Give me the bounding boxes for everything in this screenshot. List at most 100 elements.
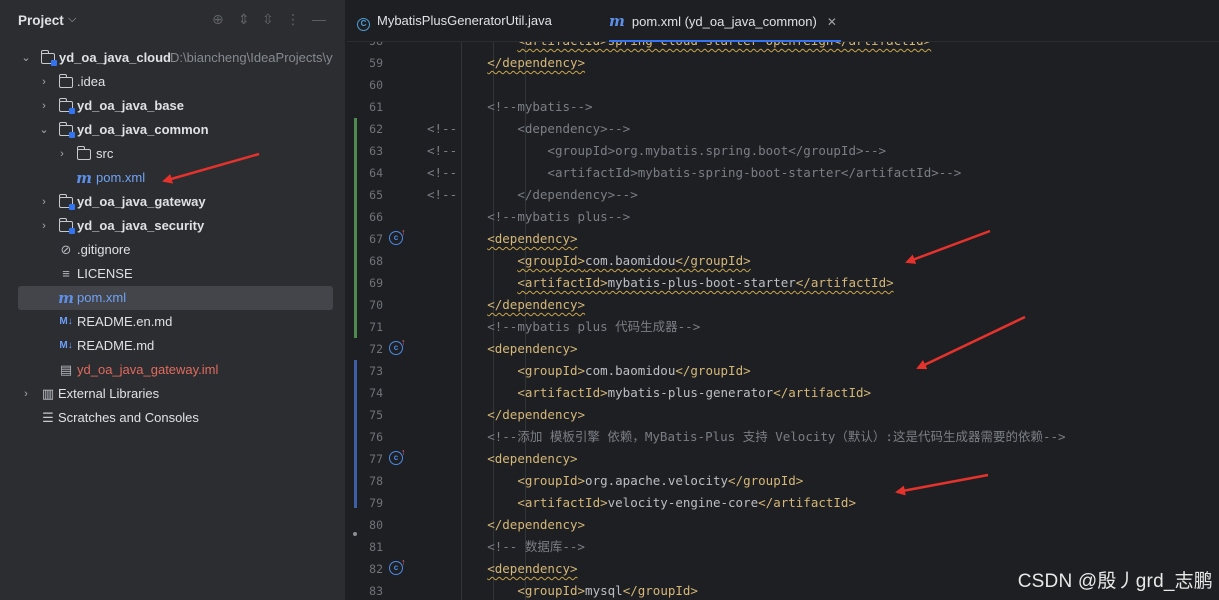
code-text: mybatis-plus-boot-starter bbox=[607, 275, 796, 290]
tab-mybatis-plus-generator-util[interactable]: C MybatisPlusGeneratorUtil.java bbox=[357, 0, 552, 42]
tree-item-external-libraries[interactable]: › ▥ External Libraries bbox=[0, 382, 345, 406]
tree-item-label: .idea bbox=[77, 74, 106, 89]
chevron-right-icon[interactable]: › bbox=[38, 94, 50, 118]
code-line[interactable]: <groupId>org.apache.velocity</groupId> bbox=[427, 470, 803, 492]
more-options-icon[interactable]: ⋮ bbox=[286, 11, 300, 28]
code-tag: </groupId> bbox=[675, 363, 751, 378]
line-number: 79 bbox=[369, 496, 383, 510]
line-number: 74 bbox=[369, 386, 383, 400]
locate-file-icon[interactable]: ⊕ bbox=[212, 11, 224, 28]
line-number: 68 bbox=[369, 254, 383, 268]
code-line[interactable]: </dependency> bbox=[427, 52, 585, 74]
code-line[interactable]: <!-- <artifactId>mybatis-spring-boot-sta… bbox=[427, 162, 961, 184]
dependency-override-icon[interactable]: c bbox=[389, 337, 406, 355]
tree-item-common-pom-xml[interactable]: m pom.xml bbox=[0, 166, 345, 190]
project-panel-title[interactable]: Project bbox=[18, 13, 64, 28]
code-line[interactable]: <dependency> bbox=[427, 558, 578, 580]
chevron-right-icon[interactable]: › bbox=[38, 70, 50, 94]
dependency-override-icon[interactable]: c bbox=[389, 227, 406, 245]
tree-item-readme-en-md[interactable]: M↓ README.en.md bbox=[0, 310, 345, 334]
line-number: 63 bbox=[369, 144, 383, 158]
code-line[interactable]: <groupId>com.baomidou</groupId> bbox=[427, 360, 751, 382]
tree-item-gateway-iml[interactable]: ▤ yd_oa_java_gateway.iml bbox=[0, 358, 345, 382]
chevron-right-icon[interactable]: › bbox=[38, 190, 50, 214]
expand-all-icon[interactable]: ⇕ bbox=[238, 11, 250, 28]
code-tag: </groupId> bbox=[622, 583, 698, 598]
chevron-down-icon[interactable]: ⌵ bbox=[68, 13, 76, 26]
chevron-down-icon[interactable]: ⌄ bbox=[38, 118, 50, 142]
code-tag: <groupId> bbox=[517, 363, 586, 378]
line-number: 67 bbox=[369, 232, 383, 246]
tree-item-scratches[interactable]: ☰ Scratches and Consoles bbox=[0, 406, 345, 430]
code-text: com.baomidou bbox=[585, 253, 676, 268]
tree-item-license[interactable]: ≡ LICENSE bbox=[0, 262, 345, 286]
tree-item-src[interactable]: › src bbox=[0, 142, 345, 166]
tree-item-label: .gitignore bbox=[77, 242, 131, 257]
tree-item-root-pom-xml[interactable]: m pom.xml bbox=[18, 286, 333, 310]
module-folder-icon bbox=[58, 118, 75, 142]
code-line[interactable]: <artifactId>spring-cloud-starter-openfei… bbox=[427, 42, 931, 52]
tree-item-yd-oa-java-cloud[interactable]: ⌄ yd_oa_java_cloud D:\biancheng\IdeaProj… bbox=[0, 46, 345, 70]
code-editor[interactable]: c c c c 58 59 60 61 62 63 64 65 66 67 68 69 70 71 72 73… bbox=[347, 42, 1219, 600]
tree-item-readme-md[interactable]: M↓ README.md bbox=[0, 334, 345, 358]
tree-item-yd-oa-java-gateway[interactable]: › yd_oa_java_gateway bbox=[0, 190, 345, 214]
code-line[interactable]: <!--添加 模板引擎 依赖，MyBatis-Plus 支持 Velocity（… bbox=[427, 426, 1065, 448]
dependency-override-icon[interactable]: c bbox=[389, 447, 406, 465]
code-line[interactable]: <dependency> bbox=[427, 338, 577, 360]
code-comment: <dependency>--> bbox=[457, 121, 631, 136]
code-line[interactable]: </dependency> bbox=[427, 404, 585, 426]
tree-item-idea[interactable]: › .idea bbox=[0, 70, 345, 94]
code-line[interactable]: <!--mybatis--> bbox=[427, 96, 592, 118]
chevron-right-icon[interactable]: › bbox=[38, 214, 50, 238]
code-tag: <dependency> bbox=[487, 561, 578, 576]
line-number: 69 bbox=[369, 276, 383, 290]
line-number: 61 bbox=[369, 100, 383, 114]
line-number: 70 bbox=[369, 298, 383, 312]
code-line[interactable]: </dependency> bbox=[427, 514, 585, 536]
code-line[interactable]: <!-- 数据库--> bbox=[427, 536, 585, 558]
chevron-right-icon[interactable]: › bbox=[56, 142, 68, 166]
code-line[interactable]: <groupId>com.baomidou</groupId> bbox=[427, 250, 750, 272]
line-number: 71 bbox=[369, 320, 383, 334]
code-tag: <groupId> bbox=[517, 253, 586, 268]
java-class-icon: C bbox=[357, 18, 370, 31]
code-line[interactable]: <!--mybatis plus 代码生成器--> bbox=[427, 316, 700, 338]
code-line[interactable]: <dependency> bbox=[427, 448, 577, 470]
code-tag: </dependency> bbox=[487, 297, 586, 312]
tree-item-gitignore[interactable]: ⊘ .gitignore bbox=[0, 238, 345, 262]
code-line[interactable]: <artifactId>mybatis-plus-generator</arti… bbox=[427, 382, 871, 404]
code-line[interactable]: <artifactId>mybatis-plus-boot-starter</a… bbox=[427, 272, 893, 294]
tree-item-label: External Libraries bbox=[58, 386, 160, 401]
line-number: 64 bbox=[369, 166, 383, 180]
code-line[interactable]: <groupId>mysql</groupId> bbox=[427, 580, 698, 600]
code-line[interactable]: <artifactId>velocity-engine-core</artifa… bbox=[427, 492, 856, 514]
code-text: mysql bbox=[585, 583, 623, 598]
tree-item-label: Scratches and Consoles bbox=[58, 410, 199, 425]
collapse-all-icon[interactable]: ⇳ bbox=[262, 11, 274, 28]
code-line[interactable]: <!-- </dependency>--> bbox=[427, 184, 638, 206]
tab-pom-xml-common[interactable]: m pom.xml (yd_oa_java_common) ✕ bbox=[609, 0, 841, 42]
tree-item-yd-oa-java-base[interactable]: › yd_oa_java_base bbox=[0, 94, 345, 118]
code-comment: <!--mybatis plus--> bbox=[487, 209, 631, 224]
code-text: mybatis-plus-generator bbox=[607, 385, 774, 400]
code-line[interactable]: <!-- <dependency>--> bbox=[427, 118, 630, 140]
code-line[interactable]: </dependency> bbox=[427, 294, 585, 316]
code-line[interactable]: <!-- <groupId>org.mybatis.spring.boot</g… bbox=[427, 140, 886, 162]
line-number: 75 bbox=[369, 408, 383, 422]
module-folder-icon bbox=[58, 190, 75, 214]
chevron-right-icon[interactable]: › bbox=[20, 382, 32, 406]
close-icon[interactable]: ✕ bbox=[827, 15, 837, 29]
watermark: CSDN @殷丿grd_志鹏 bbox=[1017, 571, 1213, 592]
chevron-down-icon[interactable]: ⌄ bbox=[20, 46, 32, 70]
minimize-icon[interactable]: — bbox=[312, 11, 326, 27]
tree-item-label: pom.xml bbox=[77, 290, 127, 305]
line-number: 59 bbox=[369, 56, 383, 70]
code-line[interactable]: <!--mybatis plus--> bbox=[427, 206, 630, 228]
dependency-override-icon[interactable]: c bbox=[389, 557, 406, 575]
code-tag: <artifactId> bbox=[517, 495, 608, 510]
scratches-icon: ☰ bbox=[42, 410, 54, 425]
tree-item-yd-oa-java-common[interactable]: ⌄ yd_oa_java_common bbox=[0, 118, 345, 142]
code-line[interactable]: <dependency> bbox=[427, 228, 577, 250]
code-comment: <!-- bbox=[427, 165, 458, 180]
tree-item-yd-oa-java-security[interactable]: › yd_oa_java_security bbox=[0, 214, 345, 238]
